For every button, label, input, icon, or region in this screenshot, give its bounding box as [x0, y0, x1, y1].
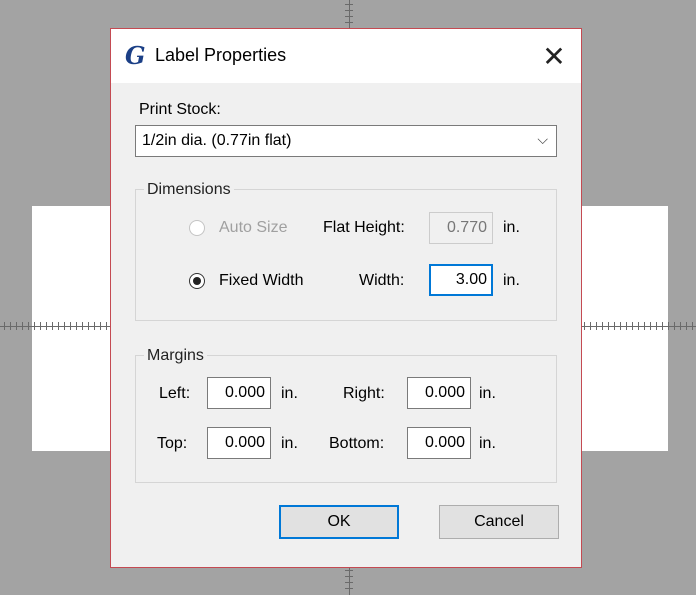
vertical-ruler-ticks-bottom — [345, 570, 353, 594]
close-button[interactable]: ✕ — [527, 29, 581, 83]
dimensions-group — [135, 189, 557, 321]
ok-button-label: OK — [327, 513, 351, 530]
title-bar[interactable]: G Label Properties ✕ — [111, 29, 581, 83]
fixed-width-radio[interactable] — [189, 273, 205, 289]
margins-group — [135, 355, 557, 483]
flat-height-field[interactable]: 0.770 — [429, 212, 493, 244]
bottom-margin-field[interactable]: 0.000 — [407, 427, 471, 459]
print-stock-label: Print Stock: — [139, 101, 221, 118]
bottom-margin-label: Bottom: — [329, 435, 385, 452]
left-margin-field[interactable]: 0.000 — [207, 377, 271, 409]
flat-height-label: Flat Height: — [323, 219, 405, 236]
app-logo-icon: G — [125, 41, 146, 70]
dimensions-caption: Dimensions — [144, 181, 234, 199]
flat-height-value: 0.770 — [446, 219, 487, 236]
width-field[interactable]: 3.00 — [429, 264, 493, 296]
dialog-title: Label Properties — [155, 45, 287, 65]
bottom-margin-value: 0.000 — [424, 434, 465, 451]
width-unit: in. — [503, 272, 520, 289]
chevron-down-icon: ⌵ — [537, 131, 548, 147]
cancel-button-label: Cancel — [474, 513, 524, 530]
top-margin-value: 0.000 — [224, 434, 265, 451]
print-stock-select[interactable]: 1/2in dia. (0.77in flat) ⌵ — [135, 125, 557, 157]
auto-size-radio[interactable] — [189, 220, 205, 236]
width-label: Width: — [359, 272, 405, 289]
auto-size-label: Auto Size — [219, 219, 288, 236]
print-stock-value: 1/2in dia. (0.77in flat) — [142, 132, 292, 149]
close-icon: ✕ — [542, 40, 566, 72]
top-margin-label: Top: — [157, 435, 188, 452]
top-margin-unit: in. — [281, 435, 298, 452]
horizontal-ruler-ticks-right — [584, 322, 694, 330]
left-margin-label: Left: — [159, 385, 191, 402]
right-margin-field[interactable]: 0.000 — [407, 377, 471, 409]
horizontal-ruler-ticks-left — [4, 322, 108, 330]
right-margin-label: Right: — [343, 385, 385, 402]
right-margin-unit: in. — [479, 385, 496, 402]
cancel-button[interactable]: Cancel — [439, 505, 559, 539]
margins-caption: Margins — [144, 347, 207, 365]
ok-button[interactable]: OK — [279, 505, 399, 539]
flat-height-unit: in. — [503, 219, 520, 236]
width-value: 3.00 — [455, 271, 487, 288]
label-properties-dialog: G Label Properties ✕ Print Stock: 1/2in … — [110, 28, 582, 568]
left-margin-value: 0.000 — [224, 384, 265, 401]
right-margin-value: 0.000 — [424, 384, 465, 401]
bottom-margin-unit: in. — [479, 435, 496, 452]
top-margin-field[interactable]: 0.000 — [207, 427, 271, 459]
fixed-width-label: Fixed Width — [219, 272, 304, 289]
vertical-ruler-ticks-top — [345, 4, 353, 26]
left-margin-unit: in. — [281, 385, 298, 402]
